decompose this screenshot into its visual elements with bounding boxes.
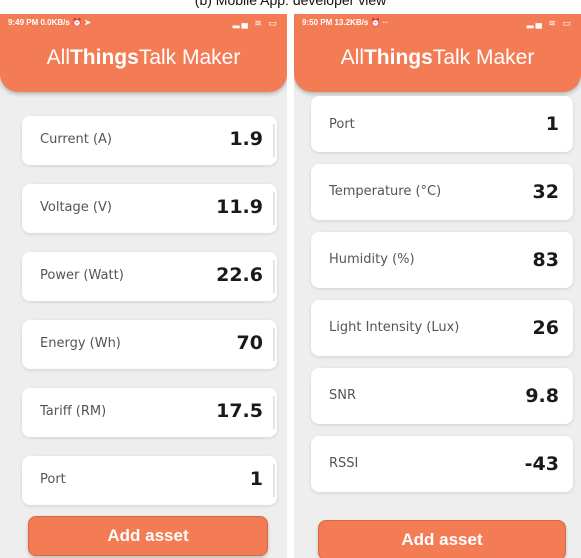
- app-logo: AllThingsTalk Maker: [46, 46, 241, 69]
- wifi-icon: ≋: [254, 18, 264, 28]
- app-logo: AllThingsTalk Maker: [340, 46, 535, 69]
- asset-value: 11.9: [216, 196, 263, 218]
- asset-card-current[interactable]: Current (A) 1.9: [22, 116, 277, 165]
- asset-card-power[interactable]: Power (Watt) 22.6: [22, 252, 277, 301]
- asset-card-snr[interactable]: SNR 9.8: [311, 368, 573, 424]
- battery-icon: ▭: [562, 18, 573, 28]
- card-divider: [273, 328, 275, 361]
- asset-label: Port: [329, 117, 355, 132]
- asset-label: Port: [40, 472, 66, 487]
- send-icon: ➤: [84, 18, 91, 27]
- asset-card-temperature[interactable]: Temperature (°C) 32: [311, 164, 573, 220]
- status-icons: ▂▄ ≋ ▭: [233, 14, 279, 32]
- status-speed: 0.0KB/s: [40, 18, 70, 27]
- card-divider: [273, 192, 275, 225]
- asset-value: 22.6: [216, 264, 263, 286]
- asset-label: Light Intensity (Lux): [329, 320, 460, 335]
- asset-value: 9.8: [525, 385, 559, 407]
- status-icons: ▂▄ ≋ ▭: [527, 14, 573, 32]
- app-header: 9:49 PM 0.0KB/s ⏰ ➤ ▂▄ ≋ ▭ AllThingsTalk…: [0, 14, 287, 92]
- asset-card-port[interactable]: Port 1: [311, 96, 573, 152]
- more-icon: ··: [382, 18, 389, 27]
- status-speed: 13.2KB/s: [334, 18, 369, 27]
- asset-label: RSSI: [329, 456, 359, 471]
- asset-card-tariff[interactable]: Tariff (RM) 17.5: [22, 388, 277, 437]
- asset-card-energy[interactable]: Energy (Wh) 70: [22, 320, 277, 369]
- asset-label: SNR: [329, 388, 357, 403]
- alarm-icon: ⏰: [370, 18, 381, 27]
- card-divider: [273, 260, 275, 293]
- asset-value: 83: [532, 249, 559, 271]
- asset-label: Energy (Wh): [40, 336, 121, 351]
- add-asset-button[interactable]: Add asset: [28, 516, 268, 556]
- asset-card-port[interactable]: Port 1: [22, 456, 277, 505]
- status-bar: 9:50 PM 13.2KB/s ⏰ ·· ▂▄ ≋ ▭: [294, 14, 581, 32]
- asset-label: Voltage (V): [40, 200, 112, 215]
- panel-gap: [287, 14, 294, 558]
- phone-screen-right: 9:50 PM 13.2KB/s ⏰ ·· ▂▄ ≋ ▭ AllThingsTa…: [294, 14, 581, 558]
- alarm-icon: ⏰: [72, 18, 83, 27]
- status-bar: 9:49 PM 0.0KB/s ⏰ ➤ ▂▄ ≋ ▭: [0, 14, 287, 32]
- asset-label: Current (A): [40, 132, 112, 147]
- phone-screen-left: 9:49 PM 0.0KB/s ⏰ ➤ ▂▄ ≋ ▭ AllThingsTalk…: [0, 14, 287, 558]
- signal-icon: ▂▄: [526, 18, 544, 28]
- card-divider: [273, 124, 275, 157]
- asset-label: Power (Watt): [40, 268, 124, 283]
- asset-card-humidity[interactable]: Humidity (%) 83: [311, 232, 573, 288]
- wifi-icon: ≋: [548, 18, 558, 28]
- asset-label: Temperature (°C): [329, 184, 442, 199]
- status-time: 9:49 PM: [8, 18, 39, 27]
- asset-card-voltage[interactable]: Voltage (V) 11.9: [22, 184, 277, 233]
- app-header: 9:50 PM 13.2KB/s ⏰ ·· ▂▄ ≋ ▭ AllThingsTa…: [294, 14, 581, 92]
- status-time: 9:50 PM: [302, 18, 333, 27]
- card-divider: [273, 464, 275, 497]
- add-asset-button[interactable]: Add asset: [318, 520, 566, 558]
- asset-card-rssi[interactable]: RSSI -43: [311, 436, 573, 492]
- asset-value: 1.9: [229, 128, 263, 150]
- status-left: 9:49 PM 0.0KB/s ⏰ ➤: [8, 14, 91, 32]
- asset-value: 1: [249, 468, 263, 490]
- asset-value: 17.5: [216, 400, 263, 422]
- asset-value: -43: [524, 453, 559, 475]
- asset-value: 32: [532, 181, 559, 203]
- asset-label: Tariff (RM): [40, 404, 107, 419]
- asset-label: Humidity (%): [329, 252, 415, 267]
- card-divider: [273, 396, 275, 429]
- asset-card-light-intensity[interactable]: Light Intensity (Lux) 26: [311, 300, 573, 356]
- signal-icon: ▂▄: [232, 18, 250, 28]
- asset-value: 26: [532, 317, 559, 339]
- asset-value: 70: [236, 332, 263, 354]
- figure-caption: (b) Mobile App: developer view: [194, 0, 387, 8]
- asset-value: 1: [545, 113, 559, 135]
- status-left: 9:50 PM 13.2KB/s ⏰ ··: [302, 14, 388, 32]
- battery-icon: ▭: [268, 18, 279, 28]
